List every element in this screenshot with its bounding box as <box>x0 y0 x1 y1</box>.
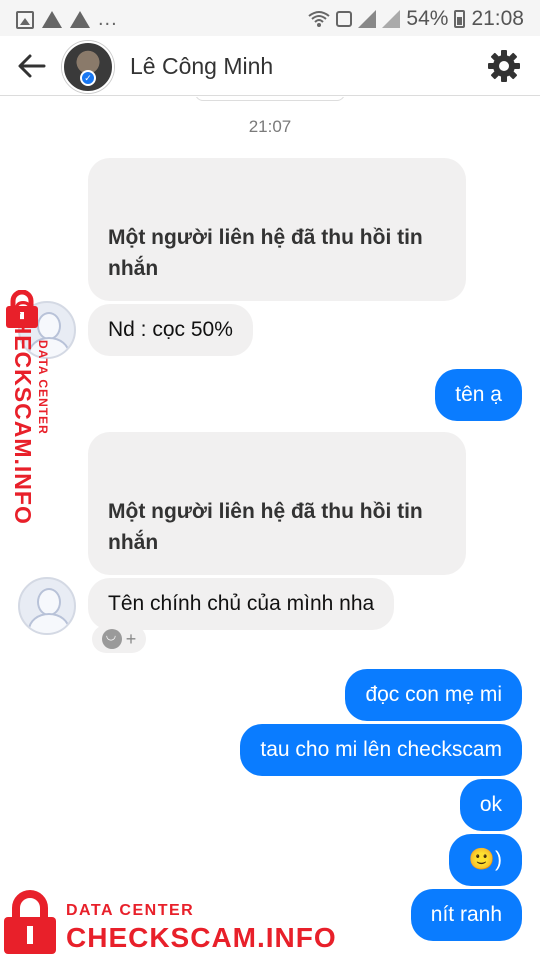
chat-header: ✓ Lê Công Minh <box>0 36 540 96</box>
image-icon <box>16 10 34 29</box>
add-reaction-button[interactable]: + <box>92 625 146 653</box>
watermark-side-subtext: DATA CENTER <box>36 340 50 435</box>
battery-icon <box>454 10 466 28</box>
watermark-side-text: CHECKSCAM.INFO <box>10 300 36 525</box>
recalled-message[interactable]: Một người liên hệ đã thu hồi tin nhắn <box>88 158 466 301</box>
lock-icon <box>4 890 56 954</box>
signal-icon <box>358 10 377 28</box>
peer-avatar[interactable] <box>18 577 76 635</box>
conversation[interactable]: 21:07 Một người liên hệ đã thu hồi tin n… <box>0 97 540 960</box>
more-notifications: ... <box>98 8 118 30</box>
arrow-left-icon <box>18 54 46 78</box>
message-bubble[interactable]: Tên chính chủ của mình nha <box>88 578 395 630</box>
plus-icon: + <box>125 628 137 649</box>
message-bubble[interactable]: đọc con mẹ mi <box>345 669 522 721</box>
back-button[interactable] <box>16 50 52 82</box>
message-bubble[interactable]: tau cho mi lên checkscam <box>240 724 522 776</box>
gear-icon <box>488 50 520 82</box>
recalled-message[interactable]: Một người liên hệ đã thu hồi tin nhắn <box>88 432 466 575</box>
wifi-icon <box>308 11 331 27</box>
message-bubble[interactable]: ok <box>459 779 522 831</box>
previous-message-edge <box>195 97 345 101</box>
watermark-subtext: DATA CENTER <box>66 902 195 919</box>
message-bubble[interactable]: nít ranh <box>410 889 522 941</box>
warning-icon <box>42 11 62 28</box>
battery-percent: 54% <box>406 7 449 30</box>
message-bubble[interactable]: tên ạ <box>435 369 522 421</box>
clock: 21:08 <box>471 7 524 30</box>
smiley-icon <box>101 628 122 649</box>
verified-badge-icon: ✓ <box>80 70 96 86</box>
message-bubble[interactable]: 🙂) <box>448 834 522 886</box>
settings-button[interactable] <box>486 48 522 84</box>
status-right: 54% 21:08 <box>308 7 524 31</box>
warning-icon <box>70 11 90 28</box>
timestamp: 21:07 <box>248 117 292 136</box>
contact-name[interactable]: Lê Công Minh <box>130 53 273 80</box>
nfc-icon <box>336 11 353 27</box>
status-left: ... <box>16 8 118 31</box>
message-bubble[interactable]: Nd : cọc 50% <box>88 304 253 356</box>
signal-icon-2 <box>382 10 401 28</box>
status-bar: ... 54% 21:08 <box>0 0 540 36</box>
watermark-text: CHECKSCAM.INFO <box>66 922 337 953</box>
